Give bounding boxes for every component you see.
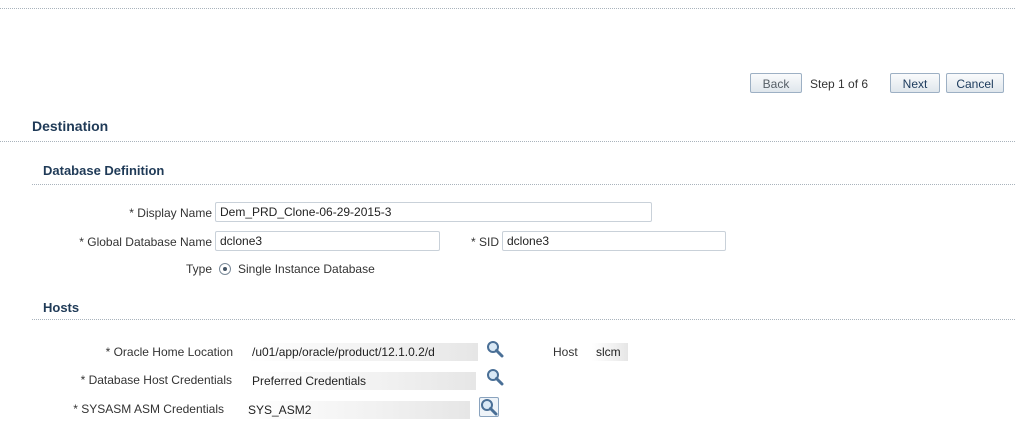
- step-indicator: Step 1 of 6: [810, 77, 869, 91]
- cancel-button[interactable]: Cancel: [946, 73, 1004, 93]
- hosts-heading: Hosts: [43, 300, 80, 315]
- database-host-credentials-label: * Database Host Credentials: [80, 373, 232, 387]
- global-database-name-input[interactable]: [215, 231, 440, 251]
- single-instance-radio-label: Single Instance Database: [238, 262, 375, 276]
- database-definition-divider: [32, 184, 1015, 185]
- display-name-input[interactable]: [215, 202, 652, 222]
- host-value: slcm: [592, 343, 628, 361]
- oracle-home-location-label: * Oracle Home Location: [105, 345, 233, 359]
- page-title: Destination: [32, 118, 109, 134]
- destination-divider: [0, 141, 1015, 142]
- sid-label: * SID: [470, 235, 499, 249]
- oracle-home-search-icon[interactable]: [486, 340, 504, 358]
- sysasm-credentials-value: SYS_ASM2: [244, 401, 470, 419]
- database-definition-heading: Database Definition: [43, 163, 165, 178]
- type-label: Type: [185, 262, 212, 276]
- single-instance-radio[interactable]: [219, 263, 231, 275]
- sysasm-credentials-search-icon[interactable]: [479, 397, 499, 417]
- database-host-credentials-value: Preferred Credentials: [248, 372, 476, 390]
- sysasm-credentials-label: * SYSASM ASM Credentials: [73, 402, 224, 416]
- host-label: Host: [553, 345, 578, 359]
- oracle-home-location-value: /u01/app/oracle/product/12.1.0.2/d: [248, 343, 478, 361]
- top-divider: [0, 8, 1015, 9]
- sid-input[interactable]: [502, 231, 726, 251]
- display-name-label: * Display Name: [129, 206, 212, 220]
- back-button[interactable]: Back: [750, 73, 802, 93]
- database-host-credentials-search-icon[interactable]: [486, 368, 504, 386]
- hosts-divider: [32, 319, 1015, 320]
- next-button[interactable]: Next: [890, 73, 940, 93]
- global-database-name-label: * Global Database Name: [79, 235, 212, 249]
